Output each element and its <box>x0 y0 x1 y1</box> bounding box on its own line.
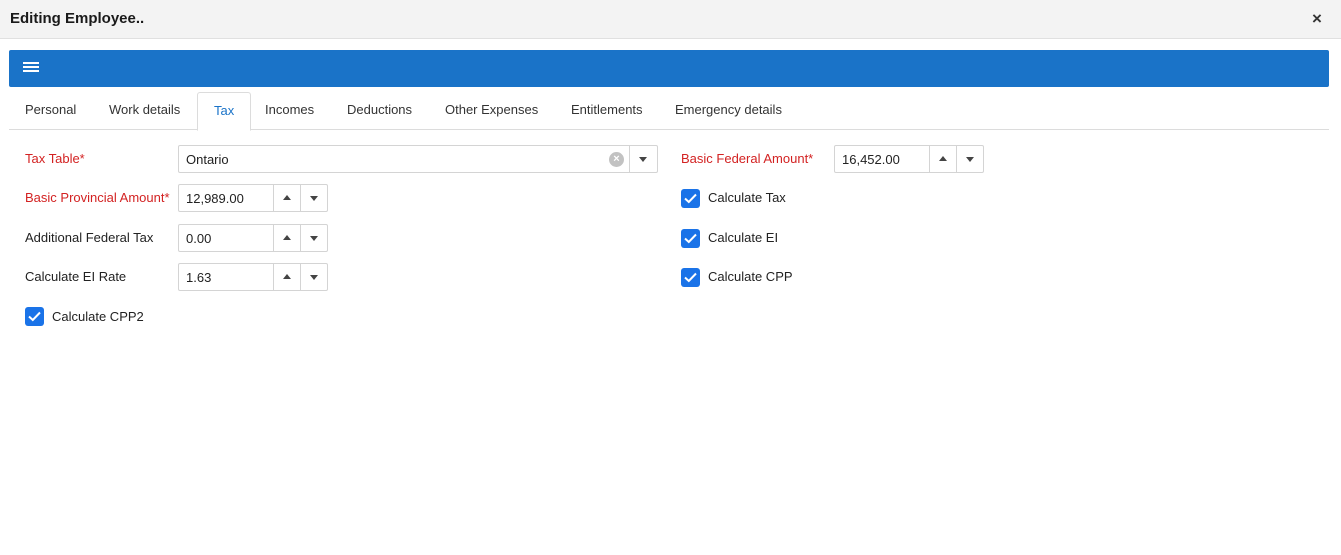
cpp2-label[interactable]: Calculate CPP2 <box>52 309 144 324</box>
caret-down-icon <box>310 196 318 201</box>
ei-rate-label: Calculate EI Rate <box>25 269 127 284</box>
basic-provincial-label: Basic Provincial Amount* <box>25 190 170 205</box>
hamburger-menu-icon[interactable] <box>23 62 39 74</box>
basic-federal-decrement-button[interactable] <box>956 146 983 172</box>
caret-up-icon <box>283 195 291 200</box>
caret-down-icon <box>639 157 647 162</box>
tab-personal[interactable]: Personal <box>9 92 92 130</box>
calculate-tax-checkbox[interactable] <box>681 189 700 208</box>
basic-provincial-decrement-button[interactable] <box>300 185 327 211</box>
ei-rate-decrement-button[interactable] <box>300 264 327 290</box>
tab-incomes[interactable]: Incomes <box>249 92 330 130</box>
tab-bar: Personal Work details Tax Incomes Deduct… <box>9 92 1329 131</box>
clear-circle-icon[interactable]: × <box>609 152 624 167</box>
basic-federal-increment-button[interactable] <box>929 146 956 172</box>
basic-provincial-input[interactable]: 12,989.00 <box>178 184 328 212</box>
additional-federal-label: Additional Federal Tax <box>25 230 154 245</box>
additional-federal-decrement-button[interactable] <box>300 225 327 251</box>
cpp2-checkbox[interactable] <box>25 307 44 326</box>
caret-up-icon <box>283 274 291 279</box>
additional-federal-input[interactable]: 0.00 <box>178 224 328 252</box>
ei-rate-input[interactable]: 1.63 <box>178 263 328 291</box>
dialog-titlebar: Editing Employee.. × <box>0 0 1341 39</box>
checkmark-icon <box>684 233 697 244</box>
caret-up-icon <box>283 235 291 240</box>
calculate-cpp-label[interactable]: Calculate CPP <box>708 269 793 284</box>
additional-federal-value: 0.00 <box>186 231 212 246</box>
tab-tax[interactable]: Tax <box>197 92 252 131</box>
caret-down-icon <box>310 236 318 241</box>
calculate-ei-label[interactable]: Calculate EI <box>708 230 778 245</box>
close-icon[interactable]: × <box>1307 9 1327 29</box>
basic-provincial-value: 12,989.00 <box>186 191 244 206</box>
additional-federal-increment-button[interactable] <box>273 225 300 251</box>
checkmark-icon <box>684 193 697 204</box>
tab-other-expenses[interactable]: Other Expenses <box>429 92 554 130</box>
caret-down-icon <box>310 275 318 280</box>
calculate-tax-label[interactable]: Calculate Tax <box>708 190 786 205</box>
tax-table-label: Tax Table* <box>25 151 85 166</box>
caret-down-icon <box>966 157 974 162</box>
basic-federal-input[interactable]: 16,452.00 <box>834 145 984 173</box>
tab-entitlements[interactable]: Entitlements <box>555 92 659 130</box>
ei-rate-value: 1.63 <box>186 270 212 285</box>
tax-table-value: Ontario <box>186 152 229 167</box>
basic-federal-value: 16,452.00 <box>842 152 900 167</box>
dialog-title: Editing Employee.. <box>10 10 145 27</box>
checkmark-icon <box>684 272 697 283</box>
tab-work-details[interactable]: Work details <box>93 92 196 130</box>
ei-rate-increment-button[interactable] <box>273 264 300 290</box>
calculate-cpp-checkbox[interactable] <box>681 268 700 287</box>
basic-provincial-increment-button[interactable] <box>273 185 300 211</box>
caret-up-icon <box>939 156 947 161</box>
tab-deductions[interactable]: Deductions <box>331 92 428 130</box>
toolbar <box>9 50 1329 87</box>
checkmark-icon <box>28 311 41 322</box>
dropdown-button[interactable] <box>629 146 657 172</box>
tab-emergency-details[interactable]: Emergency details <box>659 92 798 130</box>
tax-table-select[interactable]: Ontario × <box>178 145 658 173</box>
calculate-ei-checkbox[interactable] <box>681 229 700 248</box>
basic-federal-label: Basic Federal Amount* <box>681 151 814 166</box>
